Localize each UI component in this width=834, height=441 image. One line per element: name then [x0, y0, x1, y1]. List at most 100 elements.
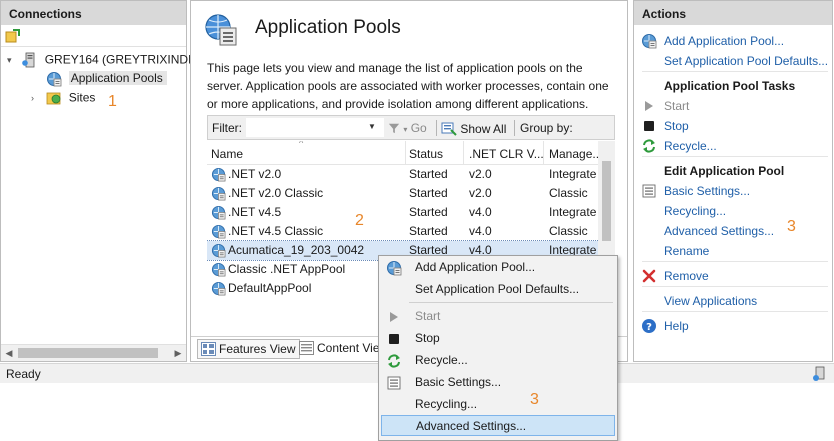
action-label: Help: [664, 319, 689, 333]
go-button[interactable]: ▾ Go: [388, 121, 427, 135]
scrollbar-thumb[interactable]: [602, 161, 611, 241]
action-label: Add Application Pool...: [664, 34, 785, 48]
pool-name: Classic .NET AppPool: [228, 262, 346, 276]
action-add-application-pool[interactable]: Add Application Pool...: [636, 32, 832, 50]
action-recycling[interactable]: Recycling...: [636, 202, 832, 220]
table-row[interactable]: .NET v4.5 Classic Started v4.0 Classic: [207, 222, 599, 241]
sites-icon: [46, 90, 62, 106]
tree-item-server[interactable]: ▾ GREY164 (GREYTRIXINDIA\: [7, 50, 203, 69]
page-title: Application Pools: [255, 17, 401, 38]
list-header: ^ Name Status .NET CLR V... Manage...: [207, 141, 615, 165]
application-pool-icon: [211, 167, 226, 182]
column-header-pipeline-mode[interactable]: Manage...: [549, 147, 602, 161]
action-label: Set Application Pool Defaults...: [664, 54, 829, 68]
filter-bar: Filter: ▼ ▾ Go Show All Group by:: [207, 115, 615, 140]
column-divider[interactable]: [463, 141, 464, 165]
chevron-down-icon[interactable]: ▼: [368, 119, 376, 135]
cell-name: .NET v4.5: [211, 203, 407, 222]
menu-item-recycling[interactable]: Recycling...: [381, 394, 615, 415]
action-label: View Applications: [664, 294, 758, 308]
menu-item-add-application-pool[interactable]: Add Application Pool...: [381, 257, 615, 278]
divider: [642, 311, 828, 312]
settings-icon: [641, 183, 657, 199]
tree-item-sites[interactable]: › Sites: [31, 88, 95, 107]
action-basic-settings[interactable]: Basic Settings...: [636, 182, 832, 200]
play-icon: [386, 309, 402, 325]
menu-item-stop[interactable]: Stop: [381, 328, 615, 349]
cell-pipeline-mode: Classic: [549, 186, 588, 200]
status-text: Ready: [6, 367, 41, 381]
funnel-icon: [388, 122, 400, 134]
tab-features-view[interactable]: Features View: [197, 339, 301, 359]
divider: [642, 71, 828, 72]
connections-horizontal-scrollbar[interactable]: ◀ ▶: [1, 344, 186, 361]
tree-expander[interactable]: ›: [31, 89, 43, 108]
cell-status: Started: [409, 167, 448, 181]
column-divider[interactable]: [405, 141, 406, 165]
column-header-name[interactable]: Name: [211, 147, 243, 161]
divider: [642, 261, 828, 262]
action-label: Recycling...: [664, 204, 727, 218]
action-label: Remove: [664, 269, 709, 283]
action-set-application-pool-defaults[interactable]: Set Application Pool Defaults...: [636, 52, 832, 70]
show-all-icon: [441, 121, 457, 137]
cell-status: Started: [409, 224, 448, 238]
action-advanced-settings[interactable]: Advanced Settings...: [636, 222, 832, 240]
table-row[interactable]: .NET v2.0 Classic Started v2.0 Classic: [207, 184, 599, 203]
section-heading-application-pool-tasks: Application Pool Tasks: [636, 77, 832, 95]
annotation-number: 1: [108, 93, 117, 110]
pool-name: Acumatica_19_203_0042: [228, 243, 365, 257]
table-row[interactable]: .NET v2.0 Started v2.0 Integrate: [207, 165, 599, 184]
tree-item-application-pools[interactable]: Application Pools: [31, 69, 167, 88]
column-divider[interactable]: [543, 141, 544, 165]
menu-item-label: Start: [415, 309, 441, 323]
annotation-number: 2: [355, 212, 364, 229]
column-header-status[interactable]: Status: [409, 147, 443, 161]
recycle-icon: [386, 353, 402, 369]
action-help[interactable]: Help: [636, 317, 832, 335]
cell-status: Started: [409, 205, 448, 219]
scroll-left-icon[interactable]: ◀: [1, 345, 17, 361]
scroll-right-icon[interactable]: ▶: [170, 345, 186, 361]
annotation-number: 3: [530, 391, 539, 408]
settings-icon: [386, 375, 402, 391]
column-header-clr-version[interactable]: .NET CLR V...: [469, 147, 544, 161]
stop-icon: [386, 331, 402, 347]
connect-icon[interactable]: [5, 28, 21, 44]
menu-item-set-application-pool-defaults[interactable]: Set Application Pool Defaults...: [381, 279, 615, 300]
divider: [642, 156, 828, 157]
show-all-button[interactable]: Show All: [441, 121, 506, 137]
menu-item-basic-settings[interactable]: Basic Settings...: [381, 372, 615, 393]
scrollbar-thumb[interactable]: [18, 348, 158, 358]
action-view-applications[interactable]: View Applications: [636, 292, 832, 310]
action-label: Start: [664, 99, 690, 113]
cell-clr-version: v4.0: [469, 224, 492, 238]
cell-clr-version: v2.0: [469, 167, 492, 181]
recycle-icon: [641, 138, 657, 154]
toolbar-divider: [436, 120, 437, 136]
menu-item-label: Add Application Pool...: [415, 260, 536, 274]
action-recycle[interactable]: Recycle...: [636, 137, 832, 155]
tree-item-label: Sites: [68, 90, 96, 105]
divider: [642, 286, 828, 287]
action-rename[interactable]: Rename: [636, 242, 832, 260]
menu-item-label: Stop: [415, 331, 440, 345]
tab-content-view[interactable]: Content Vie: [296, 339, 384, 359]
application-pool-icon: [211, 262, 226, 277]
action-remove[interactable]: Remove: [636, 267, 832, 285]
menu-item-start: Start: [381, 306, 615, 327]
menu-item-label: Advanced Settings...: [416, 419, 527, 433]
cell-pipeline-mode: Integrate: [549, 167, 597, 181]
toolbar-divider: [514, 120, 515, 136]
table-row[interactable]: .NET v4.5 Started v4.0 Integrate: [207, 203, 599, 222]
action-stop[interactable]: Stop: [636, 117, 832, 135]
menu-separator: [409, 302, 613, 303]
action-start: Start: [636, 97, 832, 115]
menu-item-recycle[interactable]: Recycle...: [381, 350, 615, 371]
menu-item-advanced-settings[interactable]: Advanced Settings...: [381, 415, 615, 436]
filter-input[interactable]: [246, 118, 384, 137]
tree-expander[interactable]: ▾: [7, 51, 19, 70]
group-by-dropdown[interactable]: Group by:: [520, 121, 573, 135]
tab-label: Content Vie: [317, 341, 380, 355]
help-icon: [641, 318, 657, 334]
